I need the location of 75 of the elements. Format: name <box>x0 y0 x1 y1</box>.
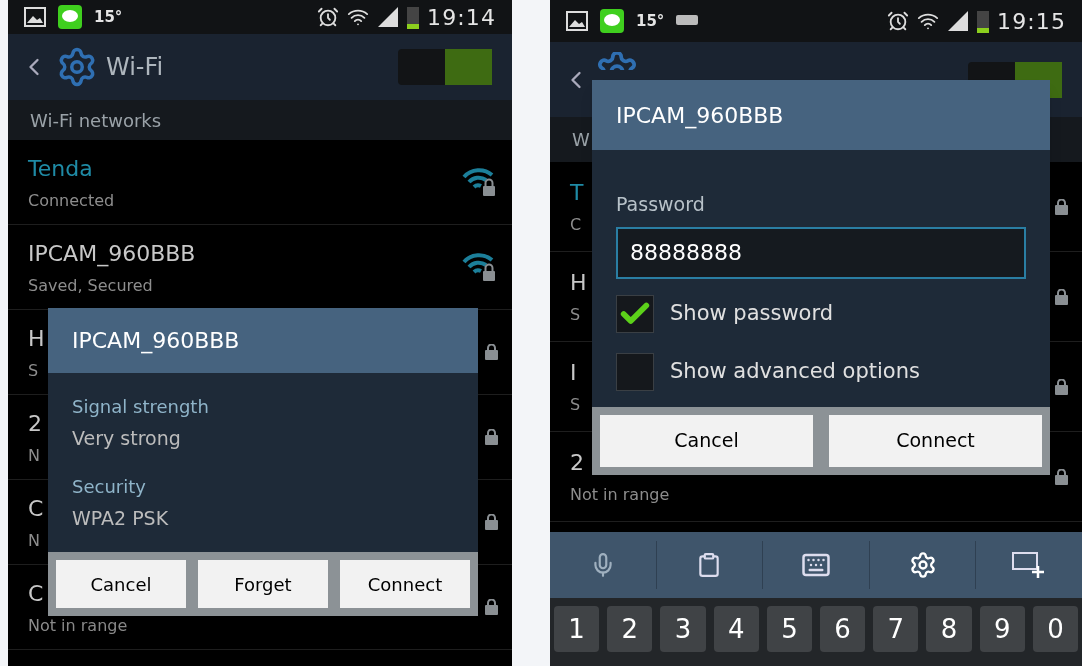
lock-icon <box>485 599 498 615</box>
wifi-toggle[interactable] <box>398 49 492 85</box>
detail-label: Security <box>72 474 147 499</box>
dialog-button[interactable]: Cancel <box>600 414 813 467</box>
network-status: S <box>570 394 581 416</box>
section-header: Wi-Fi networks <box>30 108 162 133</box>
number-key[interactable]: 7 <box>873 606 919 652</box>
network-status: Connected <box>28 189 115 212</box>
settings-icon <box>598 52 636 70</box>
network-status: N <box>28 444 41 467</box>
dialog-button[interactable]: Connect <box>829 414 1042 467</box>
battery-icon <box>407 5 420 29</box>
screen-title: Wi-Fi <box>106 52 164 83</box>
detail-value: Very strong <box>72 426 182 451</box>
clock-time: 19:14 <box>427 3 496 32</box>
number-key[interactable]: 6 <box>820 606 866 652</box>
password-label: Password <box>616 192 706 217</box>
lock-icon <box>1055 198 1068 215</box>
lock-icon <box>1055 288 1068 305</box>
dialog-button[interactable]: Cancel <box>56 560 186 608</box>
network-status: Not in range <box>28 614 128 637</box>
alarm-icon <box>887 10 910 32</box>
lock-icon <box>1055 378 1068 395</box>
checkbox[interactable] <box>616 294 654 333</box>
network-name[interactable]: C <box>28 491 44 525</box>
network-status: Not in range <box>570 484 670 506</box>
network-status: Saved, Secured <box>28 274 154 297</box>
checkbox[interactable] <box>616 352 654 391</box>
network-name[interactable]: T <box>570 176 584 209</box>
number-key[interactable]: 9 <box>979 606 1025 652</box>
section-header: W <box>572 128 590 152</box>
network-name[interactable]: IPCAM_960BBB <box>28 236 196 270</box>
image-icon <box>24 7 46 27</box>
network-status: S <box>570 304 582 326</box>
password-field[interactable]: 88888888 <box>616 226 1026 279</box>
option-label[interactable]: Show password <box>670 297 834 330</box>
network-name[interactable]: I <box>570 356 581 389</box>
number-key[interactable]: 0 <box>1032 606 1079 652</box>
detail-value: WPA2 PSK <box>72 505 170 531</box>
wifi-lock-icon <box>462 167 496 197</box>
option-label[interactable]: Show advanced options <box>670 355 920 388</box>
clock-time: 19:15 <box>997 7 1066 36</box>
network-name[interactable]: H <box>570 266 587 299</box>
settings-icon[interactable] <box>908 551 937 579</box>
number-key[interactable]: 5 <box>766 606 812 652</box>
lock-icon <box>485 514 498 530</box>
network-status: N <box>28 529 41 552</box>
dialog-button[interactable]: Connect <box>340 560 470 608</box>
number-key[interactable]: 8 <box>926 606 972 652</box>
temperature: 15° <box>636 10 665 32</box>
dialog-title: IPCAM_960BBB <box>72 327 240 356</box>
network-name[interactable]: Tenda <box>28 151 115 185</box>
signal-icon <box>377 6 400 28</box>
network-name[interactable]: 2 <box>28 406 42 440</box>
number-key[interactable]: 2 <box>607 606 653 652</box>
number-key[interactable]: 3 <box>660 606 706 652</box>
battery-icon <box>977 9 990 33</box>
alarm-icon <box>317 6 340 28</box>
chat-app-icon <box>58 5 82 29</box>
signal-icon <box>947 10 970 32</box>
image-icon <box>566 11 588 31</box>
wifi-lock-icon <box>462 252 496 282</box>
lock-icon <box>485 344 498 360</box>
network-status: S <box>28 359 40 382</box>
detail-label: Signal strength <box>72 395 210 419</box>
network-name[interactable]: H <box>28 321 45 355</box>
chat-app-icon <box>600 9 624 33</box>
dialog-title: IPCAM_960BBB <box>616 101 784 131</box>
temperature: 15° <box>94 6 123 28</box>
lock-icon <box>1055 468 1068 485</box>
network-status: C <box>570 214 583 236</box>
number-key[interactable]: 1 <box>554 606 600 652</box>
dialog-button[interactable]: Forget <box>198 560 328 608</box>
lock-icon <box>485 429 498 445</box>
number-key[interactable]: 4 <box>713 606 759 652</box>
